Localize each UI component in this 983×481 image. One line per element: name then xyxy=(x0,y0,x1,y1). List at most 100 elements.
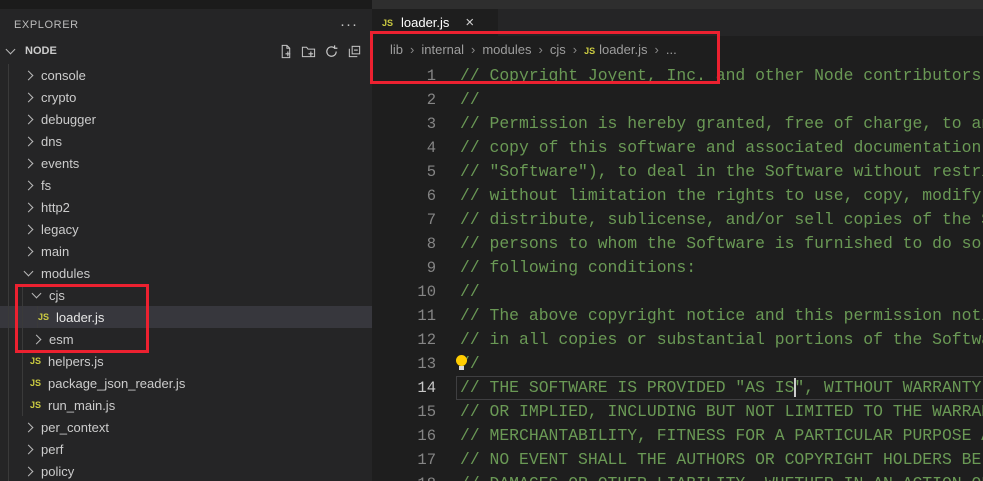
tree-item-cjs[interactable]: cjs xyxy=(0,284,372,306)
tree-item-modules[interactable]: modules xyxy=(0,262,372,284)
more-actions-icon[interactable]: ··· xyxy=(340,20,358,30)
refresh-icon[interactable] xyxy=(324,44,339,59)
indent-guide xyxy=(22,284,23,416)
code-line-13[interactable]: 13// xyxy=(372,352,983,376)
file-tree: console cryptodebuggerdnseventsfshttp2 leg… xyxy=(0,64,372,481)
tree-item-label: package_json_reader.js xyxy=(48,376,185,391)
breadcrumb: lib›internal›modules›cjs›JSloader.js›... xyxy=(372,36,983,62)
tree-item-label: loader.js xyxy=(56,310,104,325)
new-file-icon[interactable] xyxy=(278,44,293,59)
breadcrumb-item--[interactable]: ... xyxy=(666,42,677,57)
tab-loader-js[interactable]: JS loader.js × xyxy=(372,9,498,36)
tree-item-legacy[interactable]: legacy xyxy=(0,218,372,240)
tree-item-label: legacy xyxy=(41,222,79,237)
section-actions xyxy=(278,44,372,59)
code-line-12[interactable]: 12// in all copies or substantial portio… xyxy=(372,328,983,352)
chevron-right-icon xyxy=(24,246,34,256)
js-file-icon: JS xyxy=(30,356,43,366)
line-number: 15 xyxy=(372,400,436,424)
node-section-label: NODE xyxy=(25,45,57,57)
chevron-right-icon xyxy=(24,422,34,432)
code-line-5[interactable]: 5// "Software"), to deal in the Software… xyxy=(372,160,983,184)
tab-label: loader.js xyxy=(401,15,449,30)
chevron-down-icon xyxy=(24,267,34,277)
code-line-6[interactable]: 6// without limitation the rights to use… xyxy=(372,184,983,208)
tree-item-run-main-js[interactable]: JS run_main.js xyxy=(0,394,372,416)
tree-item-main[interactable]: main xyxy=(0,240,372,262)
chevron-right-icon xyxy=(24,466,34,476)
line-number: 8 xyxy=(372,232,436,256)
code-line-17[interactable]: 17// NO EVENT SHALL THE AUTHORS OR COPYR… xyxy=(372,448,983,472)
chevron-right-icon xyxy=(24,444,34,454)
breadcrumb-item-lib[interactable]: lib xyxy=(390,42,403,57)
code-line-text: // copy of this software and associated … xyxy=(460,136,983,160)
code-editor[interactable]: 1// Copyright Joyent, Inc. and other Nod… xyxy=(372,62,983,481)
code-line-text: // The above copyright notice and this p… xyxy=(460,304,983,328)
code-line-4[interactable]: 4 // copy of this software and associated… xyxy=(372,136,983,160)
code-line-15[interactable]: 15// OR IMPLIED, INCLUDING BUT NOT LIMIT… xyxy=(372,400,983,424)
code-line-2[interactable]: 2 // xyxy=(372,88,983,112)
code-line-1[interactable]: 1// Copyright Joyent, Inc. and other Nod… xyxy=(372,64,983,88)
js-file-icon: JS xyxy=(584,46,595,56)
code-line-3[interactable]: 3// Permission is hereby granted, free o… xyxy=(372,112,983,136)
tree-item-label: modules xyxy=(41,266,90,281)
breadcrumb-item-internal[interactable]: internal xyxy=(421,42,464,57)
line-number: 4 xyxy=(372,136,436,160)
collapse-all-icon[interactable] xyxy=(347,44,362,59)
sidebar-top-strip xyxy=(0,0,372,9)
tree-item-perf[interactable]: perf xyxy=(0,438,372,460)
js-file-icon: JS xyxy=(30,400,43,410)
code-line-8[interactable]: 8// persons to whom the Software is furn… xyxy=(372,232,983,256)
chevron-right-icon xyxy=(24,92,34,102)
code-line-18[interactable]: 18// DAMAGES OR OTHER LIABILITY, WHETHER… xyxy=(372,472,983,481)
code-line-10[interactable]: 10// xyxy=(372,280,983,304)
code-line-text: // without limitation the rights to use,… xyxy=(460,184,983,208)
code-line-7[interactable]: 7// distribute, sublicense, and/or sell … xyxy=(372,208,983,232)
node-section-header[interactable]: NODE xyxy=(0,40,372,62)
chevron-right-icon xyxy=(24,158,34,168)
tree-item-debugger[interactable]: debugger xyxy=(0,108,372,130)
tree-item-label: policy xyxy=(41,464,74,479)
new-folder-icon[interactable] xyxy=(301,44,316,59)
chevron-down-icon xyxy=(32,289,42,299)
tree-item-loader-js[interactable]: JS loader.js xyxy=(0,306,372,328)
close-icon[interactable]: × xyxy=(465,15,474,30)
code-line-9[interactable]: 9// following conditions: xyxy=(372,256,983,280)
breadcrumb-item-modules[interactable]: modules xyxy=(482,42,531,57)
tree-item-label: run_main.js xyxy=(48,398,115,413)
editor-top-strip xyxy=(372,0,983,9)
tree-item-crypto[interactable]: crypto xyxy=(0,86,372,108)
code-line-text: // in all copies or substantial portions… xyxy=(460,328,983,352)
tree-item-label: cjs xyxy=(49,288,65,303)
breadcrumb-item-cjs[interactable]: cjs xyxy=(550,42,566,57)
chevron-right-icon xyxy=(24,180,34,190)
tree-item-per-context[interactable]: per_context xyxy=(0,416,372,438)
code-line-text: // xyxy=(460,88,480,112)
tree-item-helpers-js[interactable]: JShelpers.js xyxy=(0,350,372,372)
js-file-icon: JS xyxy=(38,312,51,322)
line-number: 2 xyxy=(372,88,436,112)
line-number: 16 xyxy=(372,424,436,448)
breadcrumb-item-loader-js[interactable]: JSloader.js xyxy=(584,42,647,57)
tree-item-events[interactable]: events xyxy=(0,152,372,174)
chevron-right-icon xyxy=(24,202,34,212)
tree-item-label: console xyxy=(41,68,86,83)
code-line-11[interactable]: 11// The above copyright notice and this… xyxy=(372,304,983,328)
tree-item-label: perf xyxy=(41,442,63,457)
tree-item-fs[interactable]: fs xyxy=(0,174,372,196)
explorer-header: EXPLORER ··· xyxy=(0,9,372,40)
code-line-text: // following conditions: xyxy=(460,256,696,280)
chevron-right-icon: › xyxy=(471,42,475,57)
tree-item-label: per_context xyxy=(41,420,109,435)
tree-item-package-json-reader-js[interactable]: JSpackage_json_reader.js xyxy=(0,372,372,394)
tree-item-esm[interactable]: esm xyxy=(0,328,372,350)
lightbulb-icon[interactable] xyxy=(456,355,467,366)
tree-item-dns[interactable]: dns xyxy=(0,130,372,152)
tree-item-policy[interactable]: policy xyxy=(0,460,372,481)
explorer-title: EXPLORER xyxy=(14,19,79,31)
code-line-14[interactable]: 14// THE SOFTWARE IS PROVIDED "AS IS", W… xyxy=(372,376,983,400)
tree-item-http2[interactable]: http2 xyxy=(0,196,372,218)
tree-item-console[interactable]: console xyxy=(0,64,372,86)
chevron-right-icon: › xyxy=(573,42,577,57)
code-line-16[interactable]: 16// MERCHANTABILITY, FITNESS FOR A PART… xyxy=(372,424,983,448)
